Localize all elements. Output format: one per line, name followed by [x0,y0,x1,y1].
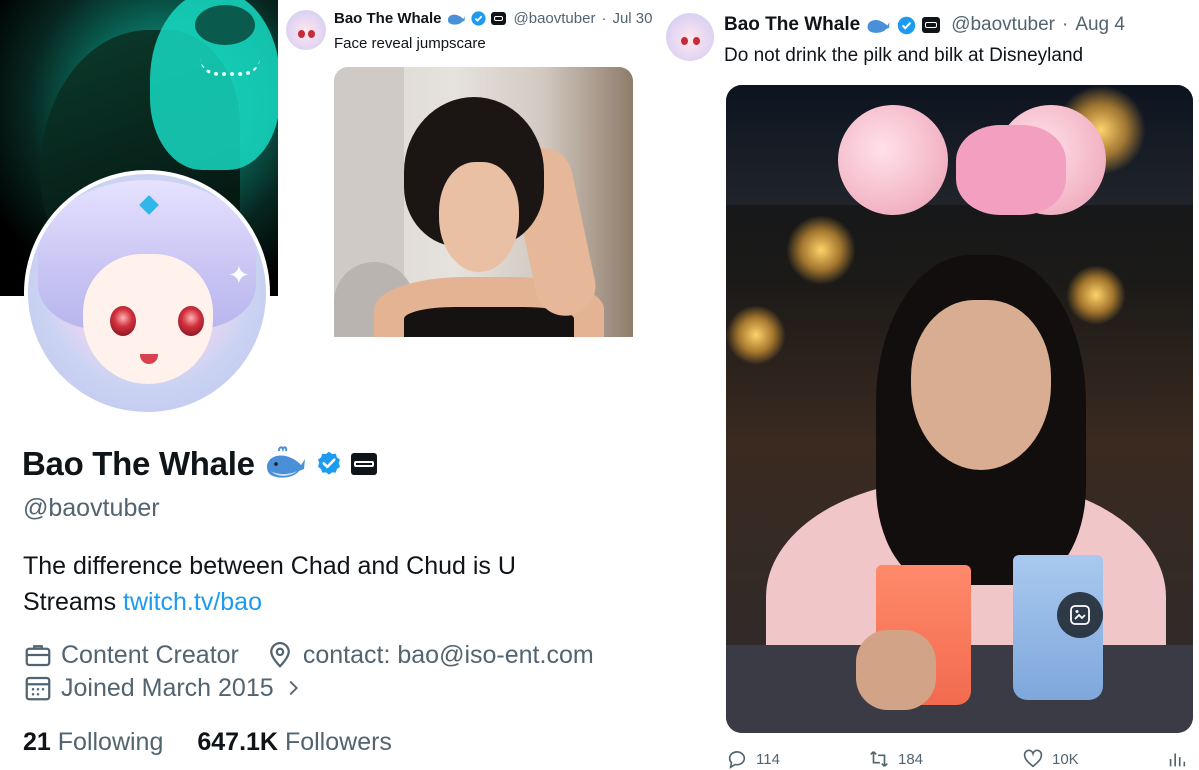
whale-emoji-icon [266,446,305,478]
tweet-photo[interactable] [726,85,1193,733]
bio-streams-prefix: Streams [23,588,124,616]
tweet-text: Do not drink the pilk and bilk at Disney… [724,45,1084,66]
profile-category-text: Content Creator [61,640,239,669]
profile-contact-text: contact: bao@iso-ent.com [302,640,594,669]
chevron-right-icon[interactable] [282,677,304,699]
reply-count: 114 [756,750,780,768]
tweet-author-handle[interactable]: @baovtuber [514,10,596,27]
affiliate-badge-icon[interactable] [922,17,941,33]
verified-badge-icon[interactable] [315,450,343,478]
like-count: 10K [1052,750,1079,768]
briefcase-icon [25,645,51,667]
following-label: Following [57,728,164,756]
profile-contact: contact: bao@iso-ent.com [265,640,594,670]
followers-label: Followers [284,728,392,756]
profile-name-row: Bao The Whale [22,445,377,483]
tweet-dot: · [601,10,607,27]
bio-twitch-link[interactable]: twitch.tv/bao [123,588,262,616]
location-pin-icon [269,642,290,668]
profile-handle: @baovtuber [23,494,160,522]
retweet-count: 184 [898,750,924,768]
profile-stats: 21 Following 647.1K Followers [23,728,392,757]
whale-emoji-icon [447,14,465,25]
tweet-header: Bao The Whale @baovtuber · Jul 30 [334,10,653,27]
following-link[interactable]: 21 Following [23,728,163,757]
profile-avatar[interactable]: ✦ [24,170,270,416]
tweet-dot: · [1061,14,1069,35]
tweet-author-handle[interactable]: @baovtuber [951,14,1055,36]
following-count: 21 [23,728,51,756]
tweet-author-name[interactable]: Bao The Whale [724,14,860,36]
tweet-date[interactable]: Aug 4 [1075,14,1125,36]
tweet-face-reveal[interactable]: Bao The Whale @baovtuber · Jul 30 Face r… [278,0,663,337]
followers-link[interactable]: 647.1K Followers [197,728,392,757]
profile-meta-row-1: Content Creator contact: bao@iso-ent.com [23,640,620,670]
tweet-avatar[interactable] [286,10,326,50]
image-description-button[interactable] [1057,592,1103,638]
profile-meta-row-2: Joined March 2015 [23,673,330,703]
profile-joined[interactable]: Joined March 2015 [23,673,304,703]
affiliate-badge-icon[interactable] [490,12,506,25]
image-description-icon [1070,605,1090,625]
tweet-author-name[interactable]: Bao The Whale [334,10,442,27]
tweet-date[interactable]: Jul 30 [612,10,652,27]
tweet-photo[interactable] [334,67,633,337]
tweet-disneyland[interactable]: Bao The Whale @baovtuber · Aug 4 Do not … [652,0,1199,769]
tweet-header: Bao The Whale @baovtuber · Aug 4 [724,14,1125,36]
whale-emoji-icon [867,20,890,33]
followers-count: 647.1K [197,728,278,756]
profile-joined-text: Joined March 2015 [61,673,274,702]
verified-badge-icon[interactable] [896,15,917,36]
profile-display-name: Bao The Whale [22,445,255,482]
affiliate-badge-icon[interactable] [350,453,377,475]
profile-category: Content Creator [23,640,239,670]
tweet-avatar[interactable] [666,13,714,61]
bio-line-2: Streams twitch.tv/bao [23,584,643,620]
verified-badge-icon[interactable] [470,10,487,27]
profile-bio: The difference between Chad and Chud is … [23,548,643,620]
bio-line-1: The difference between Chad and Chud is … [23,552,516,580]
calendar-icon [25,676,51,701]
tweet-text: Face reveal jumpscare [334,35,486,52]
